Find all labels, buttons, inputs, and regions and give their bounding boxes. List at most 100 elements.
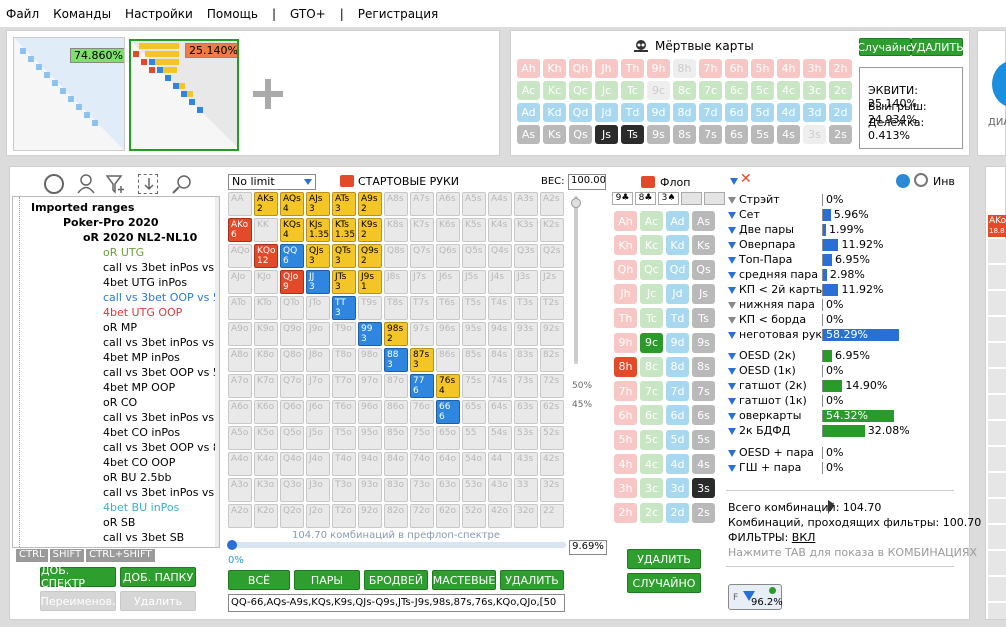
hand-cell[interactable]: TT 3 [332, 296, 356, 320]
tree-item[interactable]: call vs 3bet inPos vs 5 [103, 336, 219, 349]
tree-item[interactable]: call vs 3bet inPos vs 1 [103, 486, 219, 499]
dead-card[interactable]: 9d [647, 103, 670, 122]
hand-cell[interactable]: K3s [514, 218, 538, 242]
hand-cell[interactable]: 76o [410, 400, 434, 424]
menu-item[interactable]: Регистрация [358, 7, 438, 21]
hand-cell[interactable]: 63o [436, 478, 460, 502]
flop-card[interactable]: 3s [692, 478, 715, 499]
hand-cell[interactable]: A2s [540, 192, 564, 216]
hand-cell[interactable]: K6s [436, 218, 460, 242]
dead-card[interactable]: 4s [777, 125, 800, 144]
hand-cell[interactable]: J4s [488, 270, 512, 294]
hand-cell[interactable]: K8s [384, 218, 408, 242]
filter-triangle-icon[interactable] [728, 397, 736, 405]
flop-card[interactable]: 8s [692, 356, 715, 377]
hand-cell[interactable]: J5s [462, 270, 486, 294]
hand-cell[interactable]: 72o [410, 504, 434, 528]
dead-card[interactable]: 3h [803, 59, 826, 78]
flop-card[interactable]: 2c [640, 502, 663, 523]
hand-cell[interactable]: 65s [462, 400, 486, 424]
dead-card[interactable]: Th [621, 59, 644, 78]
stat-row[interactable]: нижняя пара [728, 298, 815, 311]
hand-cell[interactable]: 44 [488, 452, 512, 476]
dead-card[interactable]: 5c [751, 81, 774, 100]
tree-scrollbar[interactable] [215, 197, 219, 547]
hand-cell[interactable]: 85o [384, 426, 408, 450]
tree-item[interactable]: call vs 3bet OOP vs 5- [103, 366, 219, 379]
stat-row[interactable]: гатшот (1к) [728, 394, 807, 407]
tree-item[interactable]: 4bet UTG inPos [103, 276, 187, 289]
stat-row[interactable]: Сет [728, 208, 760, 221]
stat-row[interactable]: Топ-Пара [728, 253, 792, 266]
dead-card[interactable]: Jc [595, 81, 618, 100]
tree-item[interactable]: call vs 3bet inPos vs 5 [103, 411, 219, 424]
dead-card[interactable]: 7d [699, 103, 722, 122]
dead-card[interactable]: 7h [699, 59, 722, 78]
hand-cell[interactable]: 83o [384, 478, 408, 502]
tree-item[interactable]: 4bet UTG OOP [103, 306, 182, 319]
add-range-plus-icon[interactable] [253, 79, 283, 109]
flop-slot[interactable] [681, 192, 702, 205]
tree-item[interactable]: call vs 3bet OOP vs 5- [103, 291, 219, 304]
hand-cell[interactable]: 53o [462, 478, 486, 502]
hand-cell[interactable]: K5o [254, 426, 278, 450]
dead-card[interactable]: Ad [517, 103, 540, 122]
hand-cell[interactable]: K7o [254, 374, 278, 398]
rename-button[interactable]: Переименов. [40, 591, 116, 611]
filter-triangle-icon[interactable] [728, 412, 736, 420]
hand-cell[interactable]: T7o [332, 374, 356, 398]
hand-cell[interactable]: JJ 3 [306, 270, 330, 294]
hand-cell[interactable]: J6o [306, 400, 330, 424]
dead-card[interactable]: Js [595, 125, 618, 144]
flop-delete-button[interactable]: УДАЛИТЬ [627, 549, 701, 569]
hand-cell[interactable]: J5o [306, 426, 330, 450]
flop-card[interactable]: Ts [692, 308, 715, 329]
dead-card[interactable]: Ah [517, 59, 540, 78]
hand-cell[interactable]: KQo 12 [254, 244, 278, 268]
hand-cell[interactable]: 93s [514, 322, 538, 346]
hand-cell[interactable]: 42o [488, 504, 512, 528]
tree-item[interactable]: 4bet CO inPos [103, 426, 180, 439]
flop-card[interactable]: 5d [666, 429, 689, 450]
flop-card[interactable]: 9h [614, 332, 637, 353]
limit-select[interactable]: No limit [228, 174, 316, 190]
hand-cell[interactable]: J3o [306, 478, 330, 502]
dead-card[interactable]: 2c [829, 81, 852, 100]
hand-cell[interactable]: KJs 1.35 [306, 218, 330, 242]
hand-cell[interactable]: K9s 2 [358, 218, 382, 242]
hand-cell[interactable]: Q6s [436, 244, 460, 268]
dead-card[interactable]: 2s [829, 125, 852, 144]
dead-card[interactable]: 5s [751, 125, 774, 144]
flop-card[interactable]: Qc [640, 259, 663, 280]
inv-label[interactable]: Инв [933, 175, 955, 188]
dead-card[interactable]: 3s [803, 125, 826, 144]
filter-triangle-icon[interactable] [728, 301, 736, 309]
hand-cell[interactable]: 88 3 [384, 348, 408, 372]
hand-cell[interactable]: Q8o [280, 348, 304, 372]
flop-card[interactable]: Ks [692, 235, 715, 256]
stat-row[interactable]: КП < 2й карты [728, 283, 824, 296]
dead-card[interactable]: 3c [803, 81, 826, 100]
hand-cell[interactable]: A9o [228, 322, 252, 346]
hand-cell[interactable]: Q3s [514, 244, 538, 268]
tree-item[interactable]: Imported ranges [31, 201, 134, 214]
hand-cell[interactable]: K7s [410, 218, 434, 242]
hand-cell[interactable]: T6o [332, 400, 356, 424]
flop-card[interactable]: 3h [614, 478, 637, 499]
flop-card[interactable]: 8h [614, 356, 637, 377]
hand-cell[interactable]: J8o [306, 348, 330, 372]
flop-card[interactable]: 8c [640, 356, 663, 377]
tree-item[interactable]: 4bet MP inPos [103, 351, 180, 364]
matrix-button[interactable]: ПАРЫ [294, 570, 360, 590]
hand-cell[interactable]: QTs 3 [332, 244, 356, 268]
dead-card[interactable]: Td [621, 103, 644, 122]
hand-cell[interactable]: J2s [540, 270, 564, 294]
dead-card[interactable]: Tc [621, 81, 644, 100]
hand-cell[interactable]: 33 [514, 478, 538, 502]
hand-cell[interactable]: 97s [410, 322, 434, 346]
stat-row[interactable]: OESD (2к) [728, 349, 796, 362]
hand-cell[interactable]: A6o [228, 400, 252, 424]
dead-card[interactable]: Kd [543, 103, 566, 122]
shift-key[interactable]: SHIFT [49, 549, 85, 562]
stat-row[interactable]: Оверпара [728, 238, 796, 251]
